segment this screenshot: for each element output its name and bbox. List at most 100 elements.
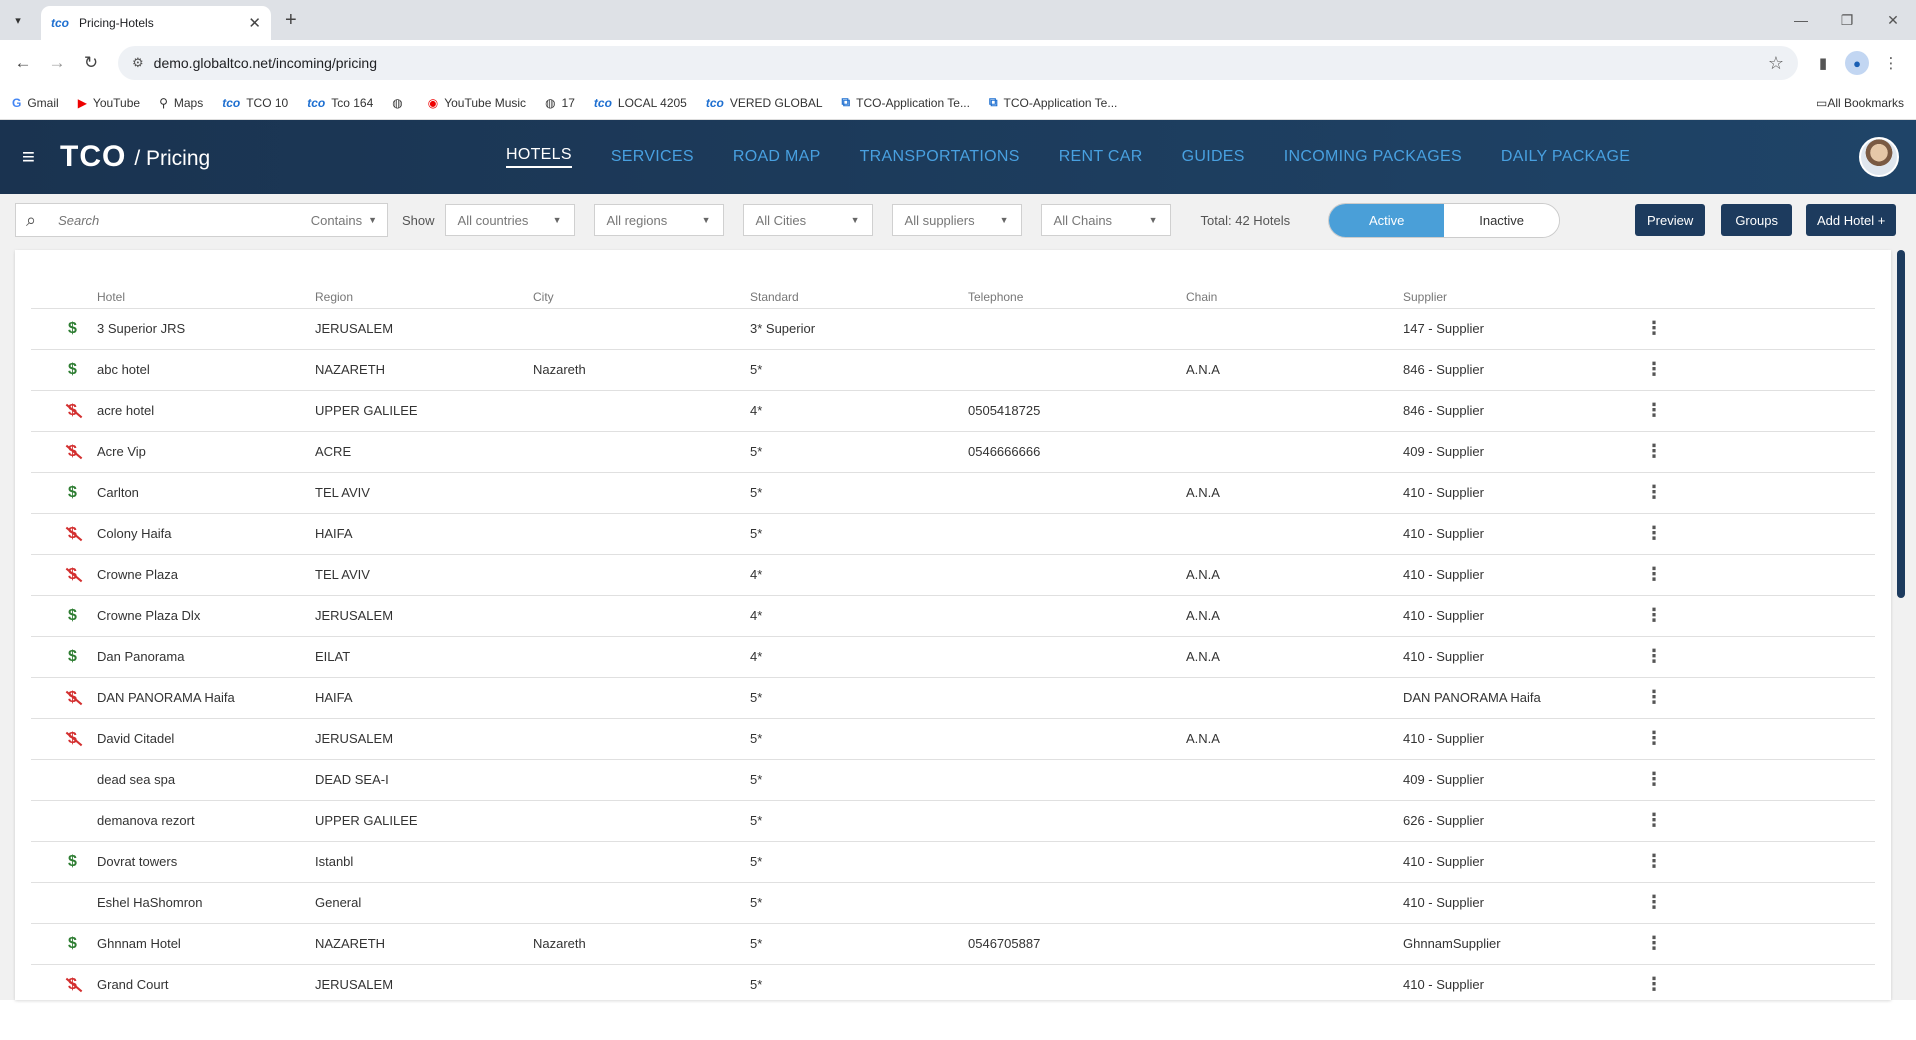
reload-icon[interactable]: ↻ <box>76 48 106 78</box>
row-actions-menu-icon[interactable]: ⋮ <box>1641 882 1875 924</box>
vertical-scrollbar[interactable] <box>1896 250 1906 1000</box>
nav-tab-incoming-packages[interactable]: INCOMING PACKAGES <box>1284 148 1462 166</box>
row-actions-menu-icon[interactable]: ⋮ <box>1641 595 1875 637</box>
bookmark-label: Gmail <box>27 95 59 110</box>
column-header-standard[interactable]: Standard <box>750 276 968 309</box>
close-tab-icon[interactable]: ✕ <box>248 14 261 32</box>
bookmark-item[interactable]: ⧉ TCO-Application Te... <box>989 95 1117 110</box>
bookmark-item[interactable]: ◉ YouTube Music <box>428 96 526 110</box>
all-bookmarks[interactable]: ▭ All Bookmarks <box>1816 96 1904 110</box>
region-cell: JERUSALEM <box>315 308 533 350</box>
bookmark-item[interactable]: ◍ 17 <box>545 96 575 110</box>
cities-select[interactable]: All Cities ▼ <box>742 204 873 236</box>
row-actions-menu-icon[interactable]: ⋮ <box>1641 431 1875 473</box>
row-actions-menu-icon[interactable]: ⋮ <box>1641 841 1875 883</box>
standard-cell: 5* <box>750 964 968 1000</box>
row-actions-menu-icon[interactable]: ⋮ <box>1641 513 1875 555</box>
row-actions-menu-icon[interactable]: ⋮ <box>1641 800 1875 842</box>
search-input[interactable] <box>58 212 311 228</box>
forward-icon[interactable]: → <box>42 48 72 78</box>
nav-tab-services[interactable]: SERVICES <box>611 148 694 166</box>
active-toggle-button[interactable]: Active <box>1329 203 1445 237</box>
chain-cell <box>1186 308 1403 350</box>
column-header-region[interactable]: Region <box>315 276 533 309</box>
countries-select[interactable]: All countries ▼ <box>444 204 575 236</box>
column-header-telephone[interactable]: Telephone <box>968 276 1186 309</box>
nav-tab-daily-package[interactable]: DAILY PACKAGE <box>1501 148 1630 166</box>
row-actions-menu-icon[interactable]: ⋮ <box>1641 677 1875 719</box>
regions-select[interactable]: All regions ▼ <box>593 204 724 236</box>
hamburger-menu-icon[interactable]: ≡ <box>22 144 40 170</box>
row-actions-menu-icon[interactable]: ⋮ <box>1641 554 1875 596</box>
minimize-icon[interactable]: — <box>1778 0 1824 40</box>
bookmark-item[interactable]: ▶ YouTube <box>78 96 140 110</box>
table-row[interactable]: $ David Citadel JERUSALEM 5* A.N.A 410 - Supp… <box>31 718 1875 760</box>
row-actions-menu-icon[interactable]: ⋮ <box>1641 718 1875 760</box>
site-info-icon[interactable]: ⚙ <box>132 55 144 71</box>
bookmark-item[interactable]: tco Tco 164 <box>307 96 373 110</box>
row-actions-menu-icon[interactable]: ⋮ <box>1641 349 1875 391</box>
table-row[interactable]: $ Carlton TEL AVIV 5* A.N.A 410 - Supplier ⋮ <box>31 472 1875 514</box>
table-row[interactable]: $ Dovrat towers Istanbl 5* 410 - Supplier ⋮ <box>31 841 1875 883</box>
row-actions-menu-icon[interactable]: ⋮ <box>1641 390 1875 432</box>
search-icon[interactable]: ⌕ <box>26 210 36 231</box>
row-actions-menu-icon[interactable]: ⋮ <box>1641 636 1875 678</box>
column-header-chain[interactable]: Chain <box>1186 276 1403 309</box>
restore-icon[interactable]: ❐ <box>1824 0 1870 40</box>
suppliers-select[interactable]: All suppliers ▼ <box>891 204 1022 236</box>
address-bar[interactable]: ⚙ demo.globaltco.net/incoming/pricing ☆ <box>118 46 1798 80</box>
nav-tab-rent-car[interactable]: RENT CAR <box>1059 148 1143 166</box>
back-icon[interactable]: ← <box>8 48 38 78</box>
table-row[interactable]: $ Crowne Plaza Dlx JERUSALEM 4* A.N.A 410 - S… <box>31 595 1875 637</box>
column-header-hotel[interactable]: Hotel <box>97 276 315 309</box>
groups-button[interactable]: Groups <box>1721 204 1793 236</box>
row-actions-menu-icon[interactable]: ⋮ <box>1641 472 1875 514</box>
table-row[interactable]: $ Ghnnam Hotel NAZARETH Nazareth 5* 054670588… <box>31 923 1875 965</box>
table-row[interactable]: $ Acre Vip ACRE 5* 0546666666 409 - Supplier ⋮ <box>31 431 1875 473</box>
table-row[interactable]: $3 Superior JRS JERUSALEM 3* Superior 147 -… <box>31 308 1875 350</box>
nav-tab-guides[interactable]: GUIDES <box>1182 148 1245 166</box>
side-panel-icon[interactable]: ▮ <box>1806 46 1840 80</box>
chains-select[interactable]: All Chains ▼ <box>1040 204 1171 236</box>
inactive-toggle-button[interactable]: Inactive <box>1444 203 1560 237</box>
row-actions-menu-icon[interactable]: ⋮ <box>1641 964 1875 1000</box>
table-row[interactable]: $ Dan Panorama EILAT 4* A.N.A 410 - Supplier ⋮ <box>31 636 1875 678</box>
table-row[interactable]: $ Grand Court JERUSALEM 5* 410 - Supplier ⋮ <box>31 964 1875 1000</box>
bookmark-item[interactable]: tco LOCAL 4205 <box>594 96 687 110</box>
nav-tab-transportations[interactable]: TRANSPORTATIONS <box>860 148 1020 166</box>
row-actions-menu-icon[interactable]: ⋮ <box>1641 308 1875 350</box>
bookmark-item[interactable]: G Gmail <box>12 96 59 110</box>
table-row[interactable]: $ Crowne Plaza TEL AVIV 4* A.N.A 410 - Suppli… <box>31 554 1875 596</box>
browser-menu-icon[interactable]: ⋮ <box>1874 46 1908 80</box>
new-tab-icon[interactable]: + <box>285 9 297 32</box>
has-price-dollar-icon: $ <box>68 647 77 665</box>
scrollbar-thumb[interactable] <box>1897 250 1905 598</box>
row-actions-menu-icon[interactable]: ⋮ <box>1641 923 1875 965</box>
add-hotel-button[interactable]: Add Hotel + <box>1806 204 1897 236</box>
nav-tab-road-map[interactable]: ROAD MAP <box>733 148 821 166</box>
table-row[interactable]: $ abc hotel NAZARETH Nazareth 5* A.N.A 846 - S… <box>31 349 1875 391</box>
user-avatar[interactable] <box>1859 137 1899 177</box>
bookmark-star-icon[interactable]: ☆ <box>1768 53 1784 74</box>
nav-tab-hotels[interactable]: HOTELS <box>506 146 572 168</box>
window-close-icon[interactable]: ✕ <box>1870 0 1916 40</box>
bookmark-item[interactable]: ◍ <box>392 96 408 110</box>
table-row[interactable]: dead sea spa DEAD SEA-I 5* 409 - Supplier ⋮ <box>31 759 1875 801</box>
table-row[interactable]: Eshel HaShomron General 5* 410 - Supplier ⋮ <box>31 882 1875 924</box>
search-mode-select[interactable]: Contains <box>311 213 362 228</box>
column-header-city[interactable]: City <box>533 276 750 309</box>
row-actions-menu-icon[interactable]: ⋮ <box>1641 759 1875 801</box>
bookmark-item[interactable]: tco TCO 10 <box>222 96 288 110</box>
tab-search-chevron-icon[interactable]: ▾ <box>7 9 29 31</box>
column-header-supplier[interactable]: Supplier <box>1403 276 1641 309</box>
table-row[interactable]: $ DAN PANORAMA Haifa HAIFA 5* DAN PANORAMA H… <box>31 677 1875 719</box>
table-row[interactable]: $ acre hotel UPPER GALILEE 4* 0505418725 846 … <box>31 390 1875 432</box>
bookmark-item[interactable]: ⧉ TCO-Application Te... <box>842 95 970 110</box>
bookmark-item[interactable]: tco VERED GLOBAL <box>706 96 823 110</box>
table-row[interactable]: demanova rezort UPPER GALILEE 5* 626 - Supp… <box>31 800 1875 842</box>
table-row[interactable]: $ Colony Haifa HAIFA 5* 410 - Supplier ⋮ <box>31 513 1875 555</box>
preview-button[interactable]: Preview <box>1635 204 1706 236</box>
profile-button[interactable]: ● <box>1840 46 1874 80</box>
browser-tab[interactable]: tco Pricing-Hotels ✕ <box>41 6 271 40</box>
bookmark-item[interactable]: ⚲ Maps <box>159 96 203 110</box>
